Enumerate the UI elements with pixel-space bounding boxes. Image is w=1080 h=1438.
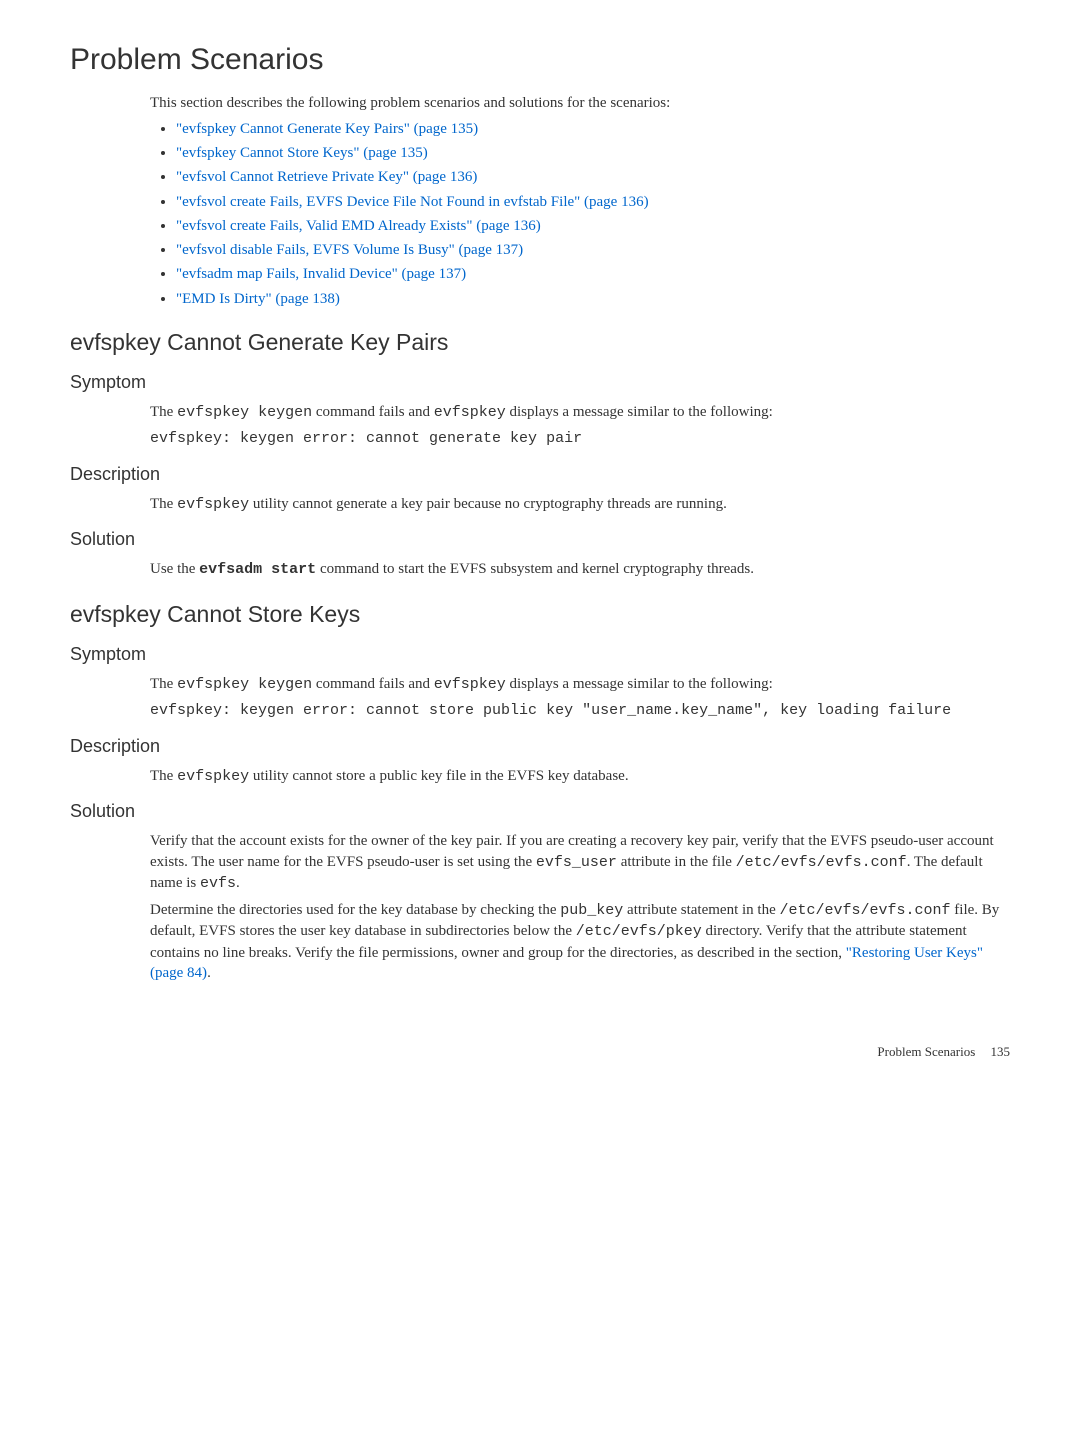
code-inline: evfspkey <box>434 676 506 693</box>
footer-page-number: 135 <box>991 1044 1011 1059</box>
code-inline: evfspkey <box>434 404 506 421</box>
solution-text-p1: Verify that the account exists for the o… <box>150 831 1010 894</box>
section-heading-generate-pairs: evfspkey Cannot Generate Key Pairs <box>70 327 1010 358</box>
solution-text-p2: Determine the directories used for the k… <box>150 900 1010 983</box>
code-inline: /etc/evfs/evfs.conf <box>780 902 951 919</box>
text-fragment: displays a message similar to the follow… <box>506 404 773 420</box>
text-fragment: The <box>150 676 177 692</box>
description-text: The evfspkey utility cannot generate a k… <box>150 494 1010 515</box>
text-fragment: The <box>150 496 177 512</box>
solution-text: Use the evfsadm start command to start t… <box>150 559 1010 580</box>
text-fragment: utility cannot generate a key pair becau… <box>249 496 727 512</box>
code-inline: evfs_user <box>536 854 617 871</box>
description-heading: Description <box>70 462 1010 486</box>
text-fragment: command fails and <box>312 676 434 692</box>
toc-item: "evfsadm map Fails, Invalid Device" (pag… <box>176 264 1010 284</box>
toc-item: "evfsvol Cannot Retrieve Private Key" (p… <box>176 167 1010 187</box>
code-inline-bold: evfsadm start <box>199 561 316 578</box>
toc-link-1[interactable]: "evfspkey Cannot Generate Key Pairs" (pa… <box>176 121 478 137</box>
page-footer: Problem Scenarios 135 <box>70 1043 1010 1061</box>
symptom-heading: Symptom <box>70 642 1010 666</box>
toc-link-8[interactable]: "EMD Is Dirty" (page 138) <box>176 291 340 307</box>
text-fragment: . <box>236 875 240 891</box>
footer-label: Problem Scenarios <box>877 1044 975 1059</box>
text-fragment: utility cannot store a public key file i… <box>249 768 629 784</box>
solution-heading: Solution <box>70 527 1010 551</box>
text-fragment: The <box>150 404 177 420</box>
description-text: The evfspkey utility cannot store a publ… <box>150 766 1010 787</box>
toc-item: "evfsvol disable Fails, EVFS Volume Is B… <box>176 240 1010 260</box>
toc-link-5[interactable]: "evfsvol create Fails, Valid EMD Already… <box>176 218 541 234</box>
text-fragment: attribute statement in the <box>623 902 779 918</box>
code-output: evfspkey: keygen error: cannot generate … <box>150 429 1010 449</box>
page-title: Problem Scenarios <box>70 40 1010 81</box>
text-fragment: command to start the EVFS subsystem and … <box>316 561 754 577</box>
code-inline: /etc/evfs/pkey <box>576 923 702 940</box>
text-fragment: displays a message similar to the follow… <box>506 676 773 692</box>
section-heading-store-keys: evfspkey Cannot Store Keys <box>70 599 1010 630</box>
code-inline: evfspkey <box>177 768 249 785</box>
code-inline: evfs <box>200 875 236 892</box>
symptom-text: The evfspkey keygen command fails and ev… <box>150 402 1010 423</box>
text-fragment: Use the <box>150 561 199 577</box>
toc-item: "EMD Is Dirty" (page 138) <box>176 289 1010 309</box>
text-fragment: The <box>150 768 177 784</box>
code-inline: evfspkey keygen <box>177 676 312 693</box>
text-fragment: command fails and <box>312 404 434 420</box>
description-heading: Description <box>70 734 1010 758</box>
code-inline: evfspkey keygen <box>177 404 312 421</box>
intro-text: This section describes the following pro… <box>150 93 1010 113</box>
toc-link-2[interactable]: "evfspkey Cannot Store Keys" (page 135) <box>176 145 428 161</box>
toc-item: "evfsvol create Fails, Valid EMD Already… <box>176 216 1010 236</box>
toc-list: "evfspkey Cannot Generate Key Pairs" (pa… <box>150 119 1010 309</box>
toc-item: "evfsvol create Fails, EVFS Device File … <box>176 192 1010 212</box>
solution-heading: Solution <box>70 799 1010 823</box>
toc-item: "evfspkey Cannot Generate Key Pairs" (pa… <box>176 119 1010 139</box>
toc-link-7[interactable]: "evfsadm map Fails, Invalid Device" (pag… <box>176 266 466 282</box>
toc-link-4[interactable]: "evfsvol create Fails, EVFS Device File … <box>176 194 649 210</box>
toc-link-6[interactable]: "evfsvol disable Fails, EVFS Volume Is B… <box>176 242 523 258</box>
symptom-heading: Symptom <box>70 370 1010 394</box>
code-inline: pub_key <box>560 902 623 919</box>
symptom-text: The evfspkey keygen command fails and ev… <box>150 674 1010 695</box>
toc-item: "evfspkey Cannot Store Keys" (page 135) <box>176 143 1010 163</box>
code-inline: /etc/evfs/evfs.conf <box>736 854 907 871</box>
text-fragment: attribute in the file <box>617 854 736 870</box>
text-fragment: . <box>207 965 211 981</box>
text-fragment: Determine the directories used for the k… <box>150 902 560 918</box>
code-inline: evfspkey <box>177 496 249 513</box>
code-output: evfspkey: keygen error: cannot store pub… <box>150 701 1010 721</box>
toc-link-3[interactable]: "evfsvol Cannot Retrieve Private Key" (p… <box>176 169 477 185</box>
